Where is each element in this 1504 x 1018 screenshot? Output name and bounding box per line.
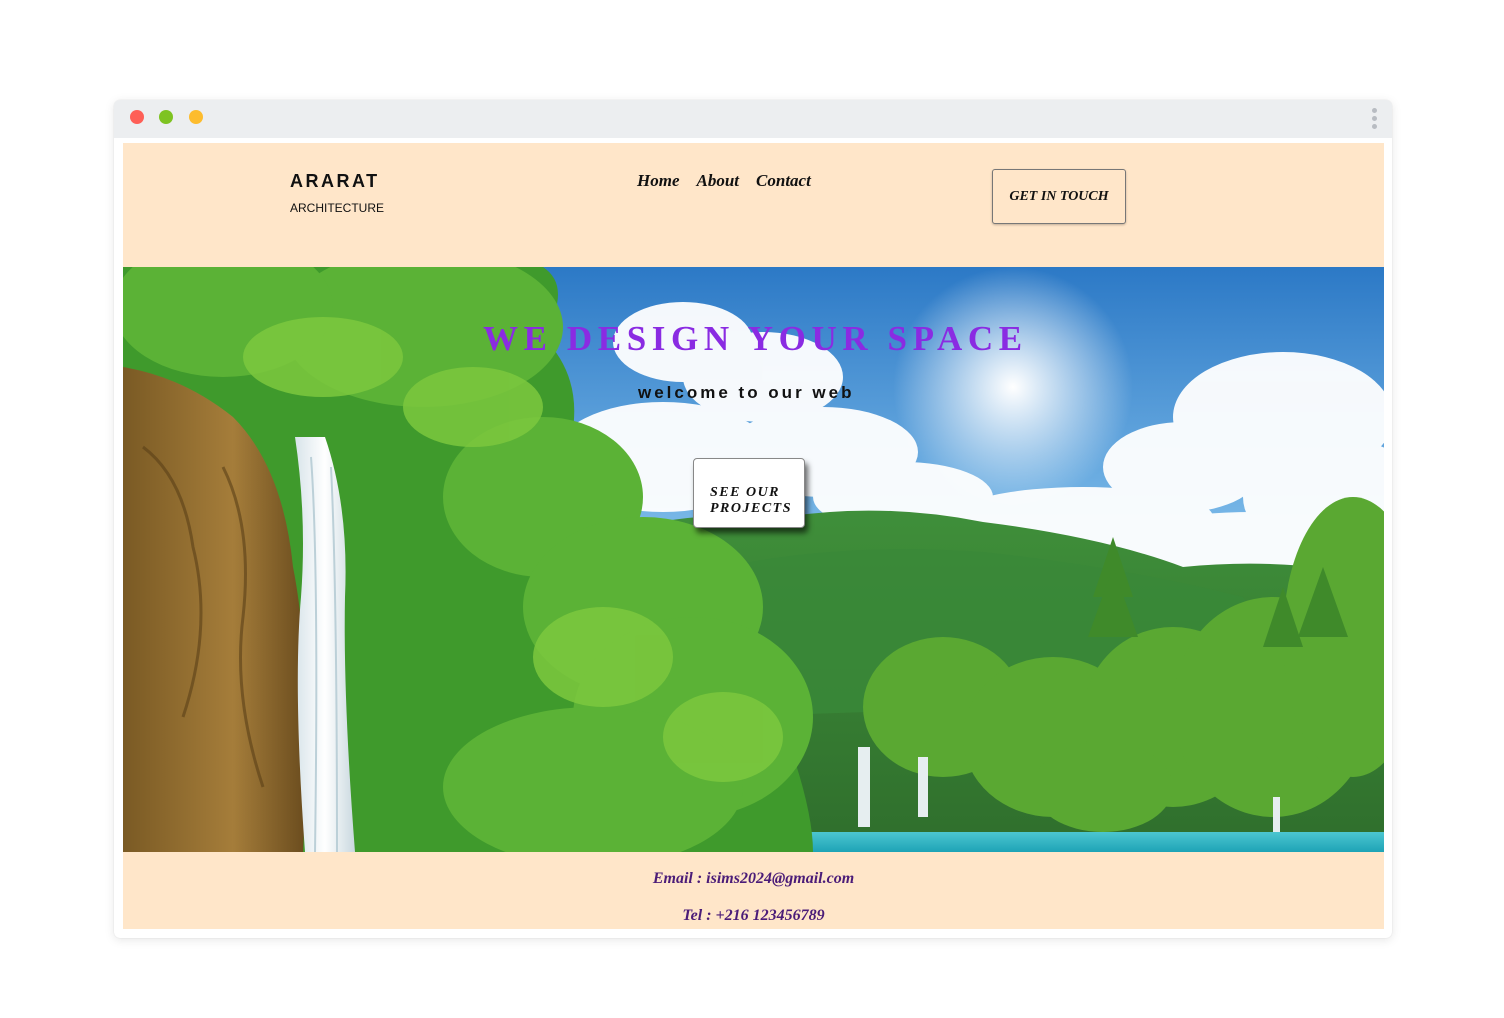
brand-subtitle: ARCHITECTURE [290,201,385,215]
main-nav: Home About Contact [637,171,828,191]
footer-tel: Tel : +216 123456789 [682,907,825,924]
hero-section: WE DESIGN YOUR SPACE welcome to our web … [123,267,1384,852]
footer-email: Email : isims2024@gmail.com [652,870,855,887]
page-viewport: ARARAT ARCHITECTURE Home About Contact GET… [123,143,1384,929]
minimize-window-dot[interactable] [159,110,173,124]
projects-button-line2: PROJECTS [710,500,793,516]
browser-titlebar [114,100,1392,138]
more-options-icon[interactable] [1370,105,1378,133]
nav-home[interactable]: Home [637,171,680,190]
brand-name: ARARAT [290,171,380,191]
nav-about[interactable]: About [697,171,740,190]
get-in-touch-button[interactable]: GET IN TOUCH [992,169,1126,224]
hero-subtitle: welcome to our web [638,383,855,402]
site-header: ARARAT ARCHITECTURE Home About Contact GET… [123,143,1384,267]
projects-button-line1: SEE OUR [710,484,781,500]
hero-title: WE DESIGN YOUR SPACE [483,319,1028,358]
maximize-window-dot[interactable] [189,110,203,124]
site-footer: Email : isims2024@gmail.com Tel : +216 1… [123,852,1384,929]
browser-window: ARARAT ARCHITECTURE Home About Contact GET… [114,100,1392,938]
close-window-dot[interactable] [130,110,144,124]
nav-contact[interactable]: Contact [756,171,811,190]
see-our-projects-button[interactable]: SEE OUR PROJECTS [693,458,805,528]
